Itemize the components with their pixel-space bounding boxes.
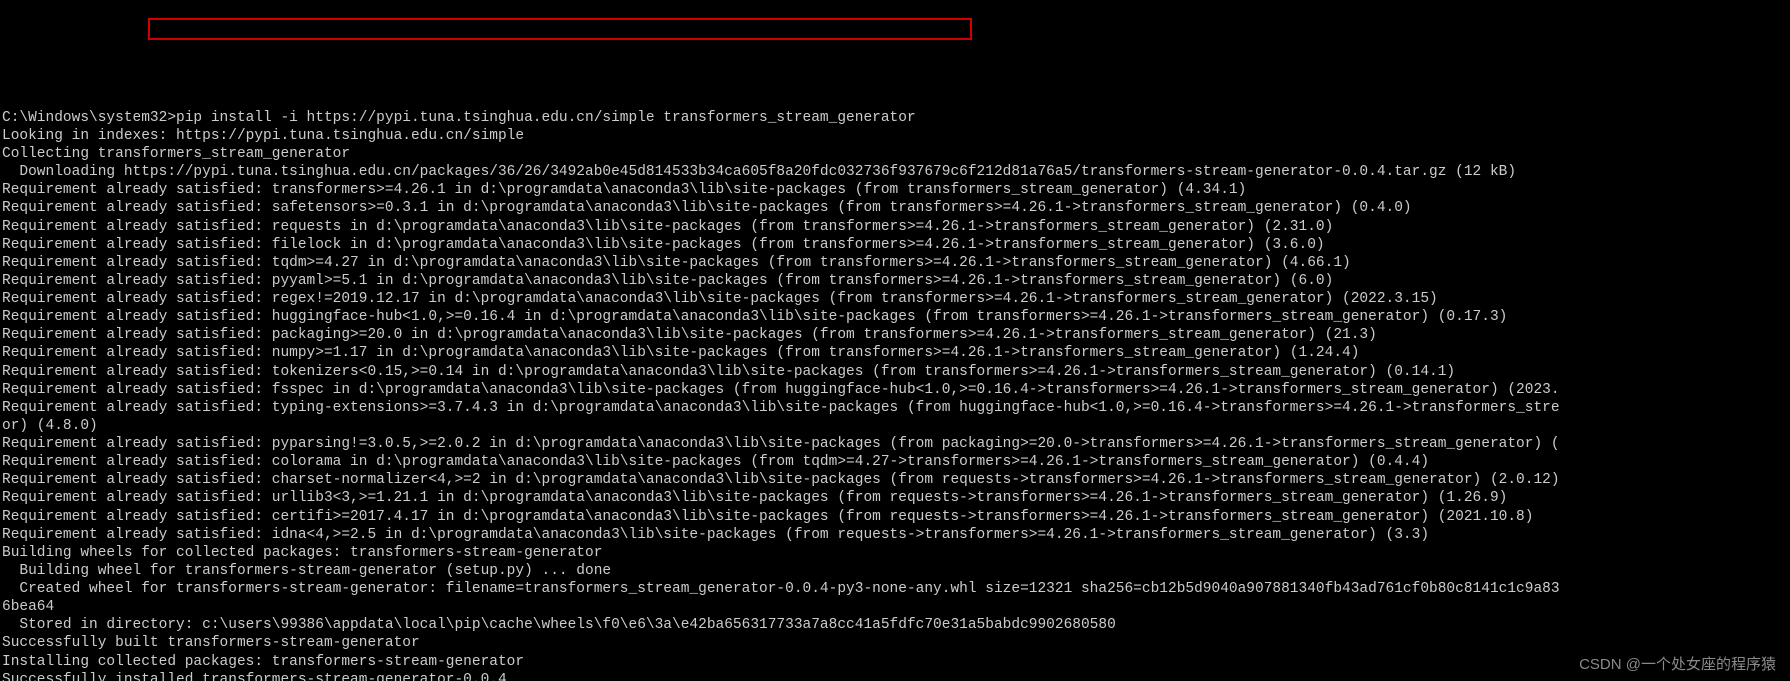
entered-command: pip install -i https://pypi.tuna.tsinghu… [176,110,916,126]
command-highlight-box [148,18,972,40]
terminal-output[interactable]: C:\Windows\system32>pip install -i https… [0,91,1790,681]
command-line: C:\Windows\system32>pip install -i https… [2,110,916,126]
prompt-path: C:\Windows\system32> [2,110,176,126]
watermark-text: CSDN @一个处女座的程序猿 [1579,656,1776,675]
output-lines: Looking in indexes: https://pypi.tuna.ts… [2,127,1788,681]
